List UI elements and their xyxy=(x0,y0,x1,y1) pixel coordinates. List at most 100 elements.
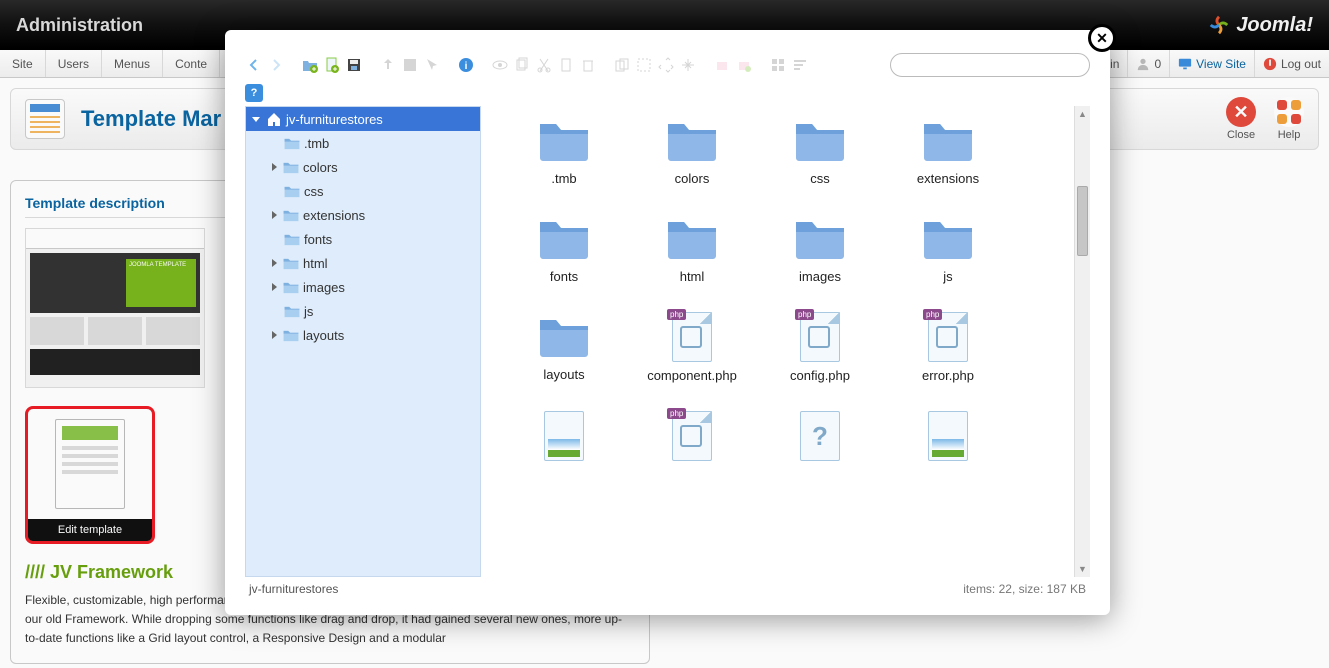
new-file-icon[interactable] xyxy=(323,56,341,74)
folder-icon xyxy=(538,312,590,361)
svg-text:i: i xyxy=(465,61,468,72)
file-label: config.php xyxy=(790,368,850,383)
file-item[interactable]: layouts xyxy=(501,312,627,383)
save-icon[interactable] xyxy=(345,56,363,74)
tree-item-label: extensions xyxy=(303,208,365,223)
file-item[interactable]: js xyxy=(885,214,1011,284)
file-item[interactable] xyxy=(885,411,1011,467)
cut-icon[interactable] xyxy=(535,56,553,74)
tree-item-layouts[interactable]: layouts xyxy=(246,323,480,347)
file-manager-toolbar: i xyxy=(245,52,1090,78)
archive-icon[interactable] xyxy=(735,56,753,74)
tree-item-label: js xyxy=(304,304,313,319)
tree-root-label: jv-furniturestores xyxy=(286,112,383,127)
delete-icon[interactable] xyxy=(579,56,597,74)
tree-item-images[interactable]: images xyxy=(246,275,480,299)
file-item[interactable]: fonts xyxy=(501,214,627,284)
file-item[interactable] xyxy=(501,411,627,467)
php-file-icon: php xyxy=(672,312,712,362)
tree-item-extensions[interactable]: extensions xyxy=(246,203,480,227)
duplicate-icon[interactable] xyxy=(613,56,631,74)
image-file-icon xyxy=(928,411,968,461)
php-file-icon: php xyxy=(928,312,968,362)
chevron-down-icon xyxy=(252,117,260,122)
folder-stats: items: 22, size: 187 KB xyxy=(963,582,1086,596)
crop-icon[interactable] xyxy=(679,56,697,74)
file-item[interactable]: .tmb xyxy=(501,116,627,186)
file-item[interactable]: css xyxy=(757,116,883,186)
php-file-icon: php xyxy=(800,312,840,362)
tree-root[interactable]: jv-furniturestores xyxy=(246,107,480,131)
tree-item-label: css xyxy=(304,184,324,199)
scroll-thumb[interactable] xyxy=(1077,186,1088,256)
folder-icon xyxy=(794,214,846,263)
tree-item-fonts[interactable]: fonts xyxy=(246,227,480,251)
folder-tree: jv-furniturestores .tmb colors css extensio… xyxy=(245,106,481,577)
search-input[interactable] xyxy=(890,53,1090,77)
file-item[interactable]: php xyxy=(629,411,755,467)
preview-icon[interactable] xyxy=(491,56,509,74)
file-item[interactable]: php config.php xyxy=(757,312,883,383)
breadcrumb: jv-furniturestores xyxy=(249,582,338,596)
select-icon[interactable] xyxy=(423,56,441,74)
tree-item-label: fonts xyxy=(304,232,332,247)
tree-item-html[interactable]: html xyxy=(246,251,480,275)
chevron-right-icon xyxy=(272,211,277,219)
tree-item-colors[interactable]: colors xyxy=(246,155,480,179)
file-manager-modal: ✕ i xyxy=(225,30,1110,615)
file-label: component.php xyxy=(647,368,737,383)
file-manager-statusbar: jv-furniturestores items: 22, size: 187 … xyxy=(245,577,1090,601)
image-file-icon xyxy=(544,411,584,461)
back-icon[interactable] xyxy=(245,56,263,74)
paste-icon[interactable] xyxy=(557,56,575,74)
help-toggle-icon[interactable]: ? xyxy=(245,84,263,102)
chevron-right-icon xyxy=(272,331,277,339)
file-label: html xyxy=(680,269,705,284)
tree-item-.tmb[interactable]: .tmb xyxy=(246,131,480,155)
file-item[interactable]: extensions xyxy=(885,116,1011,186)
unknown-file-icon: ? xyxy=(800,411,840,461)
scroll-down-icon[interactable]: ▼ xyxy=(1075,561,1090,577)
file-label: images xyxy=(799,269,841,284)
folder-icon xyxy=(538,116,590,165)
file-item[interactable]: html xyxy=(629,214,755,284)
scrollbar[interactable]: ▲ ▼ xyxy=(1074,106,1090,577)
chevron-right-icon xyxy=(272,283,277,291)
copy-icon[interactable] xyxy=(513,56,531,74)
folder-icon xyxy=(922,214,974,263)
file-label: fonts xyxy=(550,269,578,284)
file-item[interactable]: php component.php xyxy=(629,312,755,383)
folder-icon xyxy=(538,214,590,263)
tree-item-label: .tmb xyxy=(304,136,329,151)
folder-icon xyxy=(666,214,718,263)
forward-icon[interactable] xyxy=(267,56,285,74)
file-item[interactable]: phperror.php xyxy=(885,312,1011,383)
info-icon[interactable]: i xyxy=(457,56,475,74)
file-label: css xyxy=(810,171,830,186)
chevron-right-icon xyxy=(272,163,277,171)
file-label: layouts xyxy=(543,367,584,382)
upload-icon[interactable] xyxy=(379,56,397,74)
file-item[interactable]: images xyxy=(757,214,883,284)
file-item[interactable]: ? xyxy=(757,411,883,467)
file-label: extensions xyxy=(917,171,979,186)
tree-item-label: layouts xyxy=(303,328,344,343)
new-folder-icon[interactable] xyxy=(301,56,319,74)
tree-item-css[interactable]: css xyxy=(246,179,480,203)
scroll-up-icon[interactable]: ▲ xyxy=(1075,106,1090,122)
folder-icon xyxy=(666,116,718,165)
open-icon[interactable] xyxy=(401,56,419,74)
extract-icon[interactable] xyxy=(713,56,731,74)
php-file-icon: php xyxy=(672,411,712,461)
file-label: js xyxy=(943,269,952,284)
file-grid: .tmb colors css extensions fonts html images js… xyxy=(481,106,1090,577)
resize-icon[interactable] xyxy=(657,56,675,74)
grid-view-icon[interactable] xyxy=(769,56,787,74)
sort-icon[interactable] xyxy=(791,56,809,74)
edit-icon[interactable] xyxy=(635,56,653,74)
tree-item-js[interactable]: js xyxy=(246,299,480,323)
home-icon xyxy=(266,111,282,127)
file-label: colors xyxy=(675,171,710,186)
modal-close-button[interactable]: ✕ xyxy=(1088,24,1116,52)
file-item[interactable]: colors xyxy=(629,116,755,186)
